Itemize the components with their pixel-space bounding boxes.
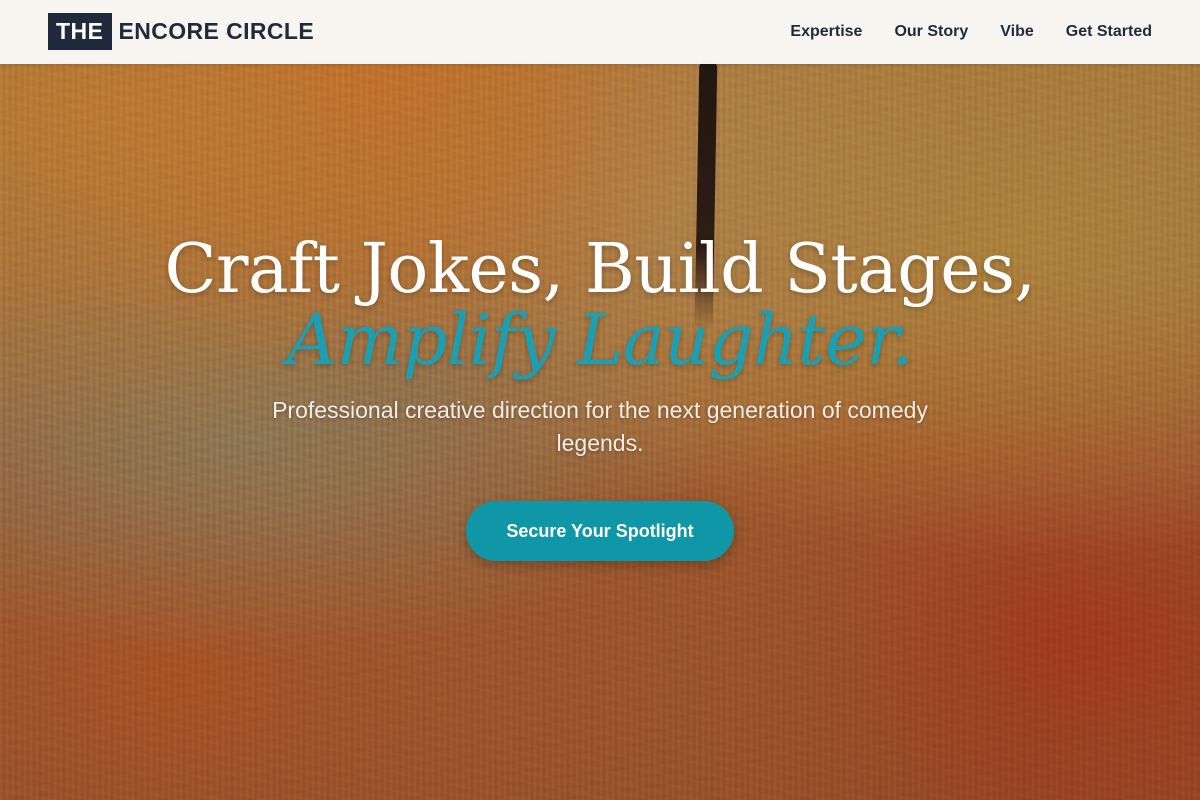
- nav-link-our-story[interactable]: Our Story: [894, 23, 968, 41]
- hero-headline-accent: Amplify Laughter.: [286, 299, 914, 381]
- brand-badge: THE: [48, 13, 112, 50]
- nav-link-expertise[interactable]: Expertise: [790, 23, 862, 41]
- hero-subheading: Professional creative direction for the …: [272, 397, 928, 456]
- brand-logo[interactable]: THE ENCORE CIRCLE: [48, 13, 314, 50]
- brand-name: ENCORE CIRCLE: [118, 18, 315, 44]
- hero-headline: Craft Jokes, Build Stages, Amplify Laugh…: [0, 230, 1200, 382]
- nav-link-get-started[interactable]: Get Started: [1066, 23, 1152, 41]
- main-nav: Expertise Our Story Vibe Get Started: [790, 0, 1152, 64]
- hero-section: Craft Jokes, Build Stages, Amplify Laugh…: [0, 230, 1200, 561]
- nav-link-vibe[interactable]: Vibe: [1000, 23, 1034, 41]
- secure-spotlight-button[interactable]: Secure Your Spotlight: [466, 501, 734, 561]
- landing-page: THE ENCORE CIRCLE Expertise Our Story Vi…: [0, 0, 1200, 800]
- site-header: THE ENCORE CIRCLE Expertise Our Story Vi…: [0, 0, 1200, 64]
